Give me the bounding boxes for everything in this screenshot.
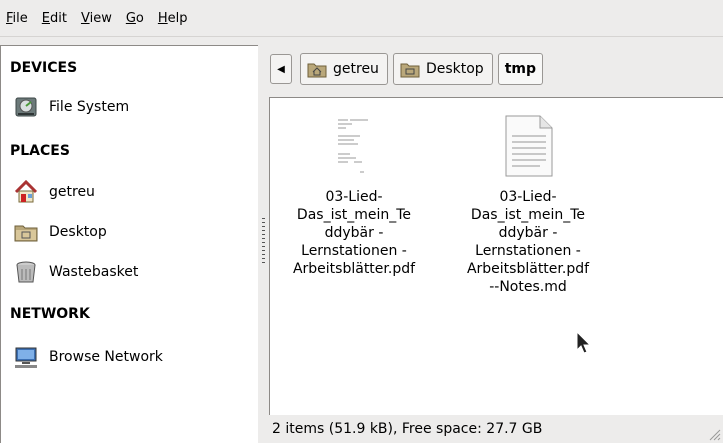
file-icon-view[interactable]: 03-Lied- Das_ist_mein_Te ddybär - Lernst… [269, 97, 723, 415]
text-document-icon [505, 115, 553, 177]
resize-grip-icon[interactable] [707, 427, 721, 441]
sidebar-item-label: Wastebasket [49, 264, 139, 280]
pane-resize-handle[interactable] [262, 218, 265, 266]
file-name-line: --Notes.md [489, 279, 567, 295]
file-name-line: Arbeitsblätter.pdf [292, 261, 416, 277]
sidebar-item-browse-network[interactable]: Browse Network [13, 342, 163, 372]
sidebar: DEVICES File System PLACES getreu Deskto… [0, 45, 258, 443]
file-name-line: Lernstationen - [301, 243, 407, 259]
file-name-line: 03-Lied- [325, 189, 383, 205]
sidebar-item-desktop[interactable]: Desktop [13, 217, 107, 247]
file-name: 03-Lied- Das_ist_mein_Te ddybär - Lernst… [448, 188, 608, 296]
file-name-line: Das_ist_mein_Te [470, 207, 586, 223]
desktop-folder-icon [14, 225, 38, 242]
status-text: 2 items (51.9 kB), Free space: 27.7 GB [272, 421, 543, 437]
desktop-folder-icon [400, 63, 420, 78]
drive-icon [15, 97, 37, 117]
menu-edit[interactable]: Edit [35, 11, 74, 26]
breadcrumb-label: getreu [333, 61, 379, 77]
file-item[interactable]: 03-Lied- Das_ist_mein_Te ddybär - Lernst… [448, 114, 608, 296]
section-network: NETWORK [10, 306, 90, 322]
file-name: 03-Lied- Das_ist_mein_Te ddybär - Lernst… [274, 188, 434, 278]
triangle-left-icon: ◀ [277, 63, 285, 75]
menu-view[interactable]: View [74, 11, 119, 26]
sidebar-item-label: Desktop [49, 224, 107, 240]
file-name-line: Lernstationen - [475, 243, 581, 259]
file-item[interactable]: 03-Lied- Das_ist_mein_Te ddybär - Lernst… [274, 114, 434, 278]
breadcrumb-tmp[interactable]: tmp [497, 53, 543, 85]
breadcrumb-getreu[interactable]: getreu [300, 53, 388, 85]
file-name-line: 03-Lied- [499, 189, 557, 205]
menu-file[interactable]: File [0, 11, 35, 26]
file-name-line: Arbeitsblätter.pdf [466, 261, 590, 277]
breadcrumb-label: tmp [504, 61, 536, 77]
home-icon [14, 179, 38, 203]
breadcrumb-desktop[interactable]: Desktop [392, 53, 493, 85]
mouse-pointer-icon [576, 331, 592, 354]
file-name-line: ddybär - [324, 225, 384, 241]
trash-icon [16, 261, 36, 283]
file-name-line: Das_ist_mein_Te [296, 207, 412, 223]
sidebar-item-label: getreu [49, 184, 95, 200]
pdf-thumbnail-icon [332, 115, 376, 177]
status-bar: 2 items (51.9 kB), Free space: 27.7 GB [269, 415, 723, 443]
breadcrumb-label: Desktop [425, 61, 484, 77]
path-bar: ◀ getreu Desktop tmp [270, 52, 548, 86]
path-scroll-left-button[interactable]: ◀ [270, 54, 292, 84]
menu-help[interactable]: Help [151, 11, 195, 26]
sidebar-item-file-system[interactable]: File System [13, 92, 129, 122]
sidebar-item-wastebasket[interactable]: Wastebasket [13, 257, 138, 287]
sidebar-item-getreu[interactable]: getreu [13, 177, 95, 207]
sidebar-item-label: Browse Network [49, 349, 163, 365]
network-icon [15, 347, 37, 368]
sidebar-item-label: File System [49, 99, 130, 115]
menubar: File Edit View Go Help [0, 0, 723, 37]
section-places: PLACES [10, 143, 70, 159]
menu-go[interactable]: Go [119, 11, 151, 26]
home-folder-icon [307, 63, 327, 78]
section-devices: DEVICES [10, 60, 78, 76]
file-name-line: ddybär - [498, 225, 558, 241]
